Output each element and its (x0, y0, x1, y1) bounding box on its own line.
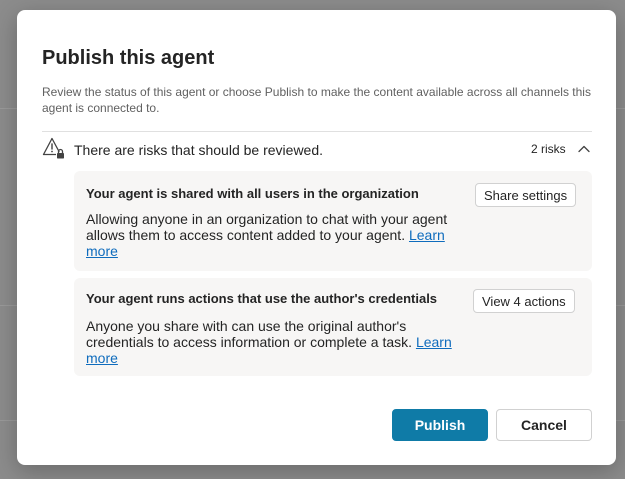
warning-lock-icon (42, 137, 64, 159)
divider (42, 131, 592, 132)
risk-title: Your agent is shared with all users in t… (86, 186, 419, 201)
publish-dialog: Publish this agent Review the status of … (17, 10, 616, 465)
publish-button[interactable]: Publish (392, 409, 488, 441)
dialog-title: Publish this agent (42, 47, 215, 69)
risk-description: Anyone you share with can use the origin… (86, 318, 466, 366)
risk-card: Your agent is shared with all users in t… (74, 171, 592, 271)
risk-description-text: Allowing anyone in an organization to ch… (86, 211, 448, 243)
risk-card: Your agent runs actions that use the aut… (74, 278, 592, 376)
risk-summary-header: There are risks that should be reviewed.… (42, 136, 592, 162)
risk-summary-text: There are risks that should be reviewed. (74, 142, 324, 158)
view-actions-button[interactable]: View 4 actions (473, 289, 575, 313)
chevron-up-icon[interactable] (577, 142, 591, 156)
cancel-button[interactable]: Cancel (496, 409, 592, 441)
risk-count: 2 risks (531, 142, 566, 156)
risk-title: Your agent runs actions that use the aut… (86, 291, 438, 306)
dialog-description: Review the status of this agent or choos… (42, 85, 591, 115)
share-settings-button[interactable]: Share settings (475, 183, 577, 207)
risk-description: Allowing anyone in an organization to ch… (86, 211, 466, 259)
risk-description-text: Anyone you share with can use the origin… (86, 318, 413, 350)
